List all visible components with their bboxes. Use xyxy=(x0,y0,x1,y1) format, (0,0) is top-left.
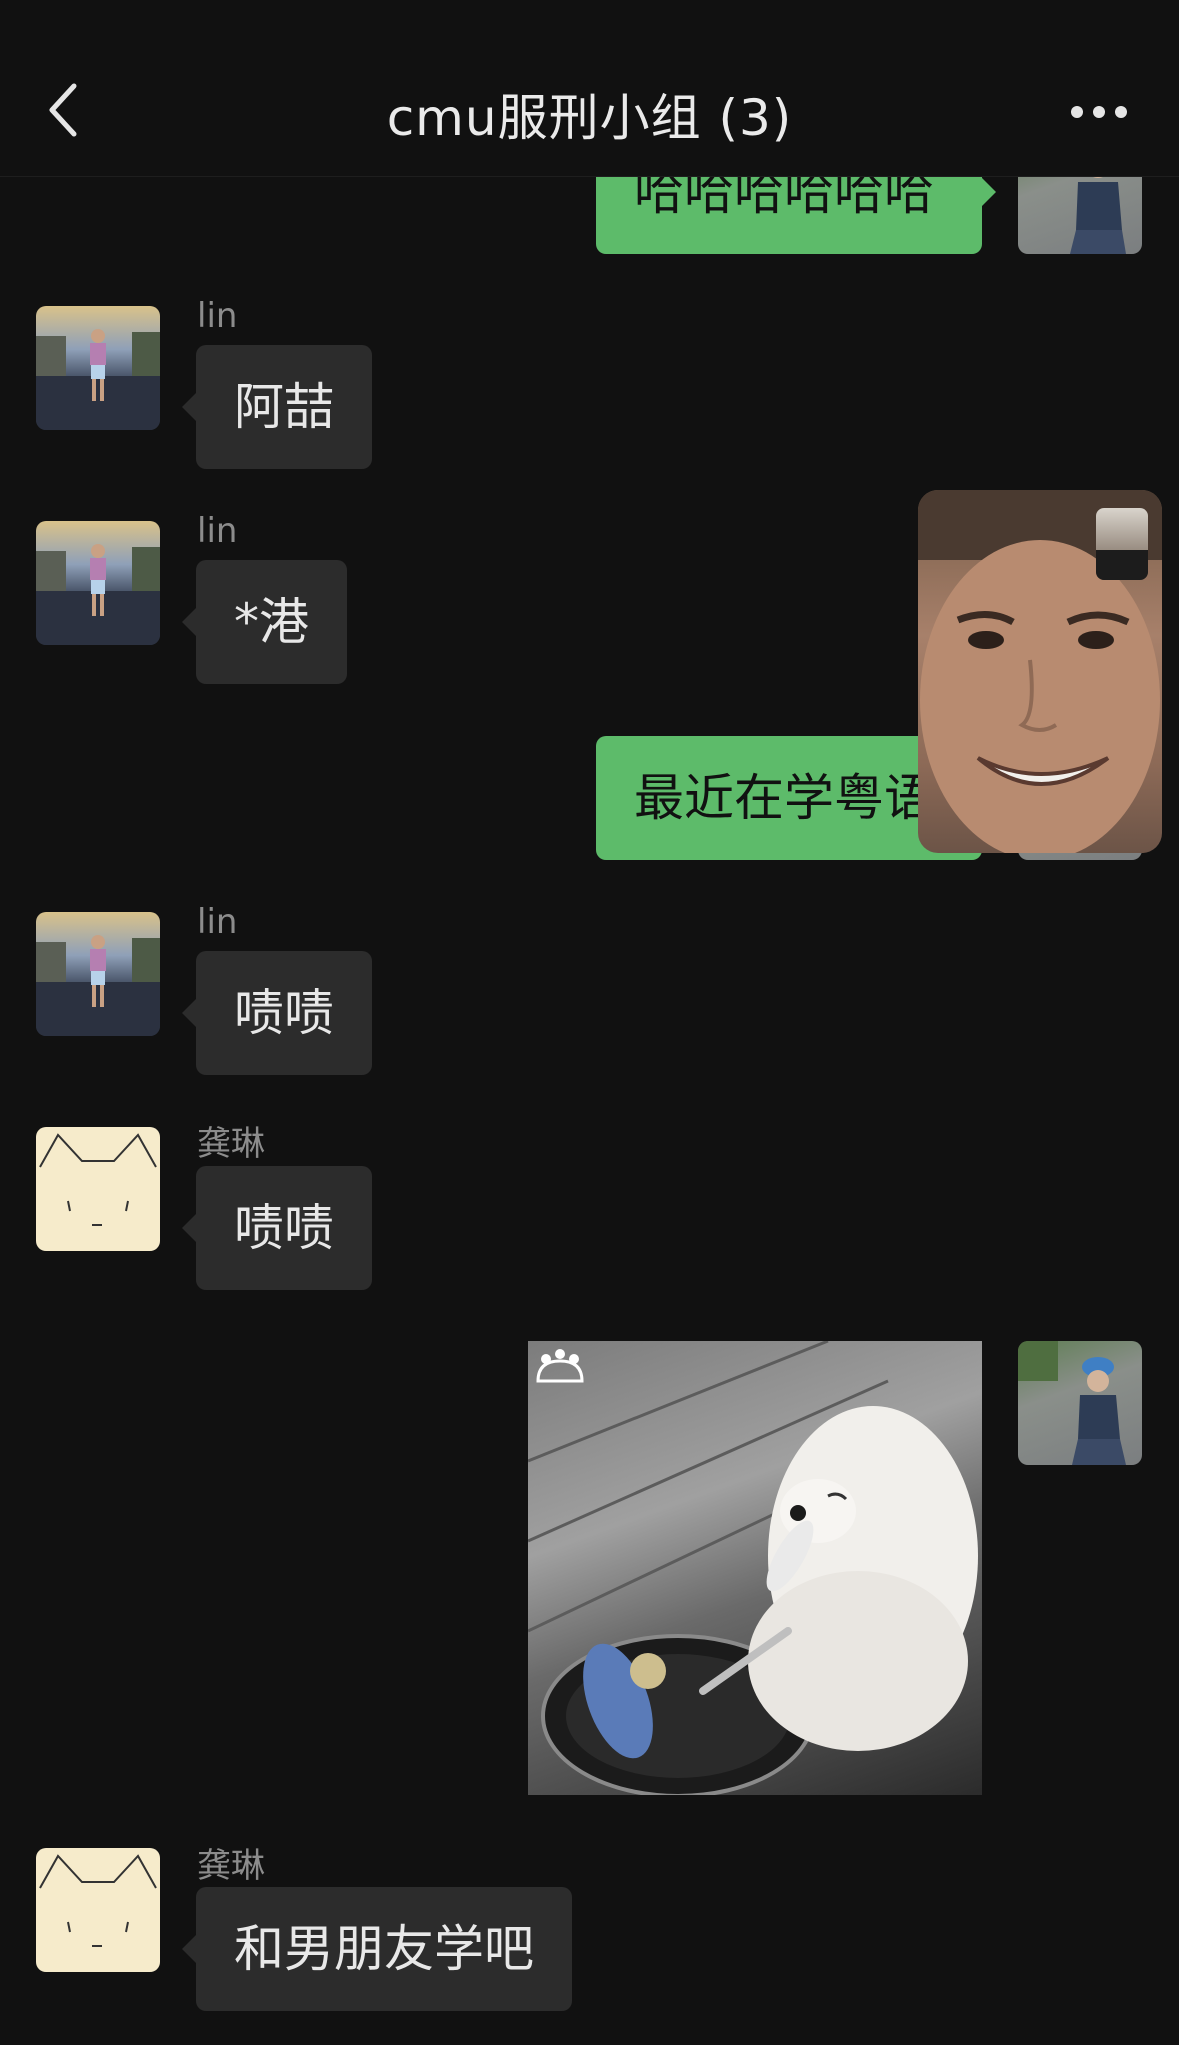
self-camera-preview[interactable] xyxy=(1096,508,1148,580)
chat-title: cmu服刑小组 (3) xyxy=(386,89,793,147)
message-bubble-incoming[interactable]: 啧啧 xyxy=(182,1166,372,1290)
avatar-gonglin[interactable] xyxy=(36,1848,160,1972)
message-bubble-incoming[interactable]: 和男朋友学吧 xyxy=(182,1887,572,2011)
sender-name: lin xyxy=(197,296,238,336)
sticker-badge-icon xyxy=(532,1347,588,1387)
more-horizontal-icon xyxy=(1071,106,1127,118)
avatar-lin[interactable] xyxy=(36,912,160,1036)
sender-name: 龚琳 xyxy=(197,1124,265,1164)
chat-message-list[interactable]: 哈哈哈哈哈哈 lin 阿喆 lin *港 最近在学粤语 lin 啧啧 龚琳 啧啧… xyxy=(0,0,1179,2045)
avatar-me[interactable] xyxy=(1018,1341,1142,1465)
sender-name: lin xyxy=(197,511,238,551)
floating-video-window[interactable] xyxy=(918,490,1162,853)
sender-name: lin xyxy=(197,902,238,942)
avatar-lin[interactable] xyxy=(36,306,160,430)
sender-name: 龚琳 xyxy=(197,1846,265,1886)
message-bubble-incoming[interactable]: 啧啧 xyxy=(182,951,372,1075)
image-message-puppy[interactable] xyxy=(528,1341,982,1795)
avatar-lin[interactable] xyxy=(36,521,160,645)
avatar-gonglin[interactable] xyxy=(36,1127,160,1251)
more-options-button[interactable] xyxy=(1069,92,1129,132)
chevron-left-icon xyxy=(49,83,77,137)
back-button[interactable] xyxy=(40,80,90,140)
message-bubble-incoming[interactable]: *港 xyxy=(182,560,347,684)
chat-header: cmu服刑小组 (3) xyxy=(0,0,1179,177)
message-bubble-incoming[interactable]: 阿喆 xyxy=(182,345,372,469)
